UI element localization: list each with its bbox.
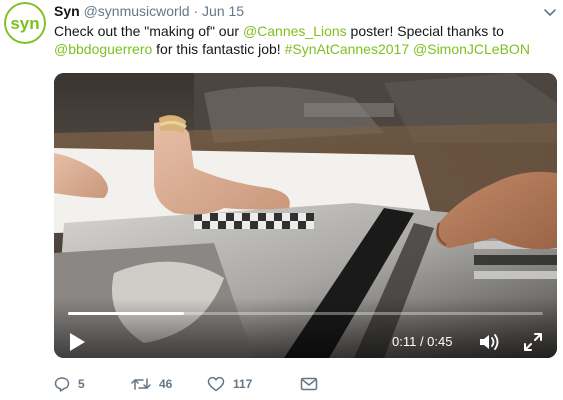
avatar[interactable]: syn	[4, 2, 46, 44]
tweet-header: Syn @synmusicworld · Jun 15	[54, 2, 554, 20]
retweet-count: 46	[159, 377, 173, 391]
retweet-button[interactable]: 46	[131, 374, 172, 394]
header-separator: ·	[193, 3, 199, 19]
mention-cannes-lions[interactable]: @Cannes_Lions	[243, 23, 347, 39]
video-progress-bar[interactable]	[68, 312, 543, 315]
reply-icon	[54, 377, 70, 392]
author-handle[interactable]: @synmusicworld	[84, 3, 190, 19]
video-controls: 0:11 / 0:45	[54, 298, 557, 358]
tweet-text: Check out the "making of" our @Cannes_Li…	[54, 22, 554, 58]
tweet-text-part: for this fantastic job!	[152, 41, 285, 57]
tweet-text-part: Check out the "making of" our	[54, 23, 243, 39]
reply-count: 5	[78, 377, 85, 391]
tweet-text-part: poster! Special thanks to	[346, 23, 504, 39]
fullscreen-icon[interactable]	[523, 332, 543, 352]
avatar-logo-text: syn	[10, 14, 39, 33]
syn-logo-icon: syn	[4, 2, 46, 44]
tweet-actions: 5 46 117	[54, 374, 354, 394]
tweet-content: Syn @synmusicworld · Jun 15 Check out th…	[54, 2, 554, 58]
like-count: 117	[233, 377, 253, 391]
retweet-icon	[131, 378, 151, 390]
reply-button[interactable]: 5	[54, 374, 85, 394]
hashtag-synatcannes2017[interactable]: #SynAtCannes2017	[285, 41, 410, 57]
video-progress-fill	[68, 312, 184, 315]
video-time: 0:11 / 0:45	[392, 334, 453, 349]
direct-message-button[interactable]	[300, 374, 318, 394]
tweet-date[interactable]: Jun 15	[202, 3, 244, 19]
envelope-icon	[300, 377, 318, 391]
play-icon[interactable]	[68, 332, 86, 352]
volume-icon[interactable]	[479, 333, 501, 351]
mention-bbdoguerrero[interactable]: @bbdoguerrero	[54, 41, 152, 57]
heart-icon	[207, 376, 225, 392]
like-button[interactable]: 117	[207, 374, 252, 394]
mention-simonjclebon[interactable]: @SimonJCLeBON	[413, 41, 530, 57]
video-player[interactable]: 0:11 / 0:45	[54, 73, 557, 358]
chevron-down-icon[interactable]	[543, 8, 557, 18]
author-name[interactable]: Syn	[54, 3, 80, 19]
